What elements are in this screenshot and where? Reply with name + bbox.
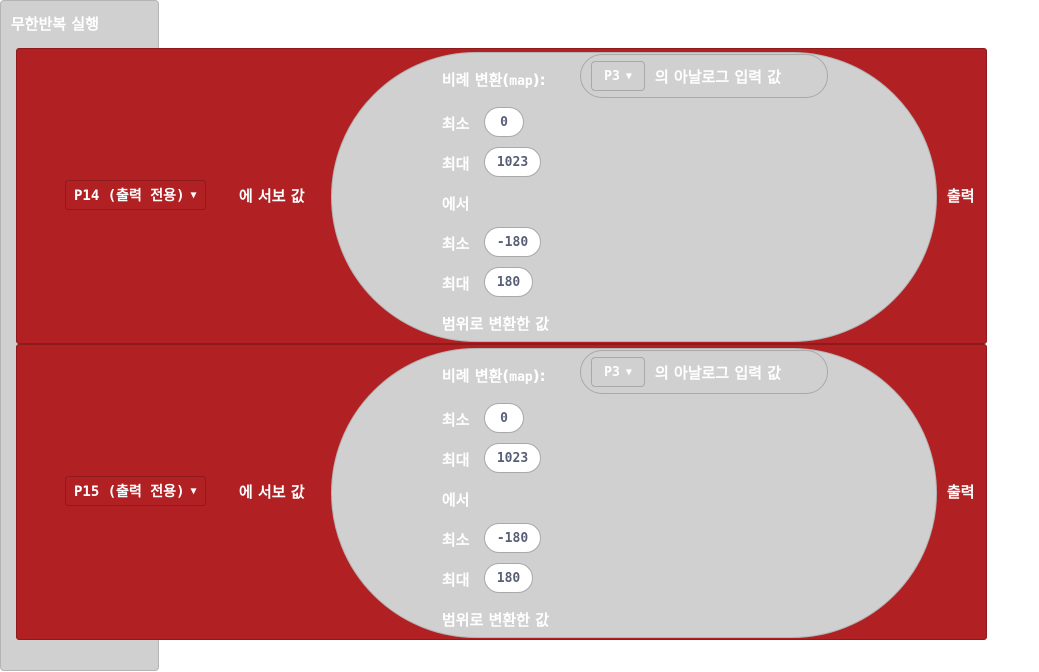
analog-pin-dropdown[interactable]: P3 ▼ bbox=[591, 61, 645, 91]
triangle-down-icon: ▼ bbox=[625, 70, 632, 82]
to-high-label: 최대 bbox=[442, 571, 470, 589]
servo-write-block-p14[interactable]: P14 (출력 전용) ▼ 에 서보 값 비례 변환(map): P3 ▼ 의 … bbox=[16, 48, 987, 344]
pin-dropdown-label: P15 (출력 전용) bbox=[74, 484, 185, 500]
pin-dropdown-p14[interactable]: P14 (출력 전용) ▼ bbox=[65, 180, 206, 210]
to-low-input[interactable]: -180 bbox=[484, 523, 541, 553]
analog-read-block[interactable]: P3 ▼ 의 아날로그 입력 값 bbox=[580, 350, 828, 394]
from-text: 에서 bbox=[442, 195, 470, 213]
output-label: 출력 bbox=[947, 187, 975, 205]
to-high-label: 최대 bbox=[442, 275, 470, 293]
triangle-down-icon: ▼ bbox=[625, 366, 632, 378]
pin-dropdown-label: P14 (출력 전용) bbox=[74, 188, 185, 204]
analog-read-label: 의 아날로그 입력 값 bbox=[655, 364, 782, 382]
from-text: 에서 bbox=[442, 491, 470, 509]
from-low-label: 최소 bbox=[442, 411, 470, 429]
analog-pin-label: P3 bbox=[604, 364, 620, 380]
output-label: 출력 bbox=[947, 483, 975, 501]
forever-label: 무한반복 실행 bbox=[11, 15, 100, 33]
from-low-input[interactable]: 0 bbox=[484, 403, 524, 433]
triangle-down-icon: ▼ bbox=[190, 189, 197, 201]
from-low-label: 최소 bbox=[442, 115, 470, 133]
map-block[interactable]: 비례 변환(map): P3 ▼ 의 아날로그 입력 값 최소 0 최대 102… bbox=[331, 348, 937, 638]
range-text: 범위로 변환한 값 bbox=[442, 611, 550, 629]
servo-value-label: 에 서보 값 bbox=[239, 483, 305, 501]
servo-write-block-p15[interactable]: P15 (출력 전용) ▼ 에 서보 값 비례 변환(map): P3 ▼ 의 … bbox=[16, 344, 987, 640]
triangle-down-icon: ▼ bbox=[190, 485, 197, 497]
map-title: 비례 변환(map): bbox=[442, 367, 546, 385]
to-low-label: 최소 bbox=[442, 235, 470, 253]
pin-dropdown-p15[interactable]: P15 (출력 전용) ▼ bbox=[65, 476, 206, 506]
analog-pin-label: P3 bbox=[604, 68, 620, 84]
from-high-label: 최대 bbox=[442, 451, 470, 469]
to-high-input[interactable]: 180 bbox=[484, 267, 533, 297]
analog-read-label: 의 아날로그 입력 값 bbox=[655, 68, 782, 86]
from-high-input[interactable]: 1023 bbox=[484, 443, 541, 473]
analog-pin-dropdown[interactable]: P3 ▼ bbox=[591, 357, 645, 387]
map-block[interactable]: 비례 변환(map): P3 ▼ 의 아날로그 입력 값 최소 0 최대 102… bbox=[331, 52, 937, 342]
from-low-input[interactable]: 0 bbox=[484, 107, 524, 137]
range-text: 범위로 변환한 값 bbox=[442, 315, 550, 333]
to-low-input[interactable]: -180 bbox=[484, 227, 541, 257]
from-high-label: 최대 bbox=[442, 155, 470, 173]
from-high-input[interactable]: 1023 bbox=[484, 147, 541, 177]
to-high-input[interactable]: 180 bbox=[484, 563, 533, 593]
servo-value-label: 에 서보 값 bbox=[239, 187, 305, 205]
to-low-label: 최소 bbox=[442, 531, 470, 549]
analog-read-block[interactable]: P3 ▼ 의 아날로그 입력 값 bbox=[580, 54, 828, 98]
map-title: 비례 변환(map): bbox=[442, 71, 546, 89]
